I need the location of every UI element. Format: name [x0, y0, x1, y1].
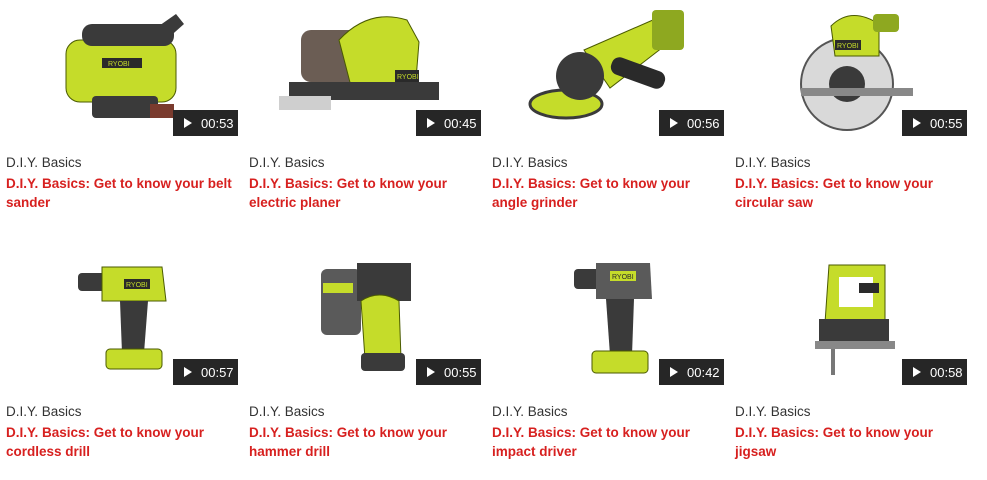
video-thumbnail[interactable]: RYOBI 00:45	[249, 0, 481, 136]
play-icon	[184, 367, 192, 377]
video-card[interactable]: RYOBI 00:57 D.I.Y. Basics D.I.Y. Basics:…	[6, 249, 238, 461]
video-card[interactable]: 00:55 D.I.Y. Basics D.I.Y. Basics: Get t…	[249, 249, 481, 461]
duration-badge: 00:55	[902, 110, 967, 136]
video-category: D.I.Y. Basics	[249, 155, 325, 170]
video-title-link[interactable]: D.I.Y. Basics: Get to know your circular…	[735, 174, 967, 212]
duration-text: 00:58	[930, 364, 963, 380]
video-thumbnail[interactable]: RYOBI 00:53	[6, 0, 238, 136]
video-title-link[interactable]: D.I.Y. Basics: Get to know your electric…	[249, 174, 481, 212]
play-icon	[184, 118, 192, 128]
video-thumbnail[interactable]: 00:56	[492, 0, 724, 136]
video-thumbnail[interactable]: RYOBI 00:55	[735, 0, 967, 136]
duration-text: 00:42	[687, 364, 720, 380]
duration-badge: 00:42	[659, 359, 724, 385]
video-card[interactable]: RYOBI 00:55 D.I.Y. Basics D.I.Y. Basics:…	[735, 0, 967, 212]
play-icon	[670, 118, 678, 128]
duration-badge: 00:58	[902, 359, 967, 385]
video-category: D.I.Y. Basics	[6, 404, 82, 419]
duration-badge: 00:56	[659, 110, 724, 136]
video-title-link[interactable]: D.I.Y. Basics: Get to know your belt san…	[6, 174, 238, 212]
video-thumbnail[interactable]: RYOBI 00:42	[492, 249, 724, 385]
duration-badge: 00:45	[416, 110, 481, 136]
video-category: D.I.Y. Basics	[492, 155, 568, 170]
brand-label: RYOBI	[126, 282, 148, 289]
brand-label: RYOBI	[108, 61, 130, 68]
duration-text: 00:53	[201, 115, 234, 131]
video-card[interactable]: RYOBI 00:45 D.I.Y. Basics D.I.Y. Basics:…	[249, 0, 481, 212]
video-thumbnail[interactable]: RYOBI 00:57	[6, 249, 238, 385]
video-title-link[interactable]: D.I.Y. Basics: Get to know your jigsaw	[735, 423, 967, 461]
play-icon	[427, 118, 435, 128]
video-title-link[interactable]: D.I.Y. Basics: Get to know your hammer d…	[249, 423, 481, 461]
duration-text: 00:55	[444, 364, 477, 380]
brand-label: RYOBI	[837, 43, 859, 50]
video-thumbnail[interactable]: 00:55	[249, 249, 481, 385]
play-icon	[670, 367, 678, 377]
duration-badge: 00:53	[173, 110, 238, 136]
video-category: D.I.Y. Basics	[492, 404, 568, 419]
video-card[interactable]: 00:58 D.I.Y. Basics D.I.Y. Basics: Get t…	[735, 249, 967, 461]
duration-text: 00:57	[201, 364, 234, 380]
brand-label: RYOBI	[612, 274, 634, 281]
duration-text: 00:55	[930, 115, 963, 131]
video-title-link[interactable]: D.I.Y. Basics: Get to know your angle gr…	[492, 174, 724, 212]
video-card[interactable]: RYOBI 00:42 D.I.Y. Basics D.I.Y. Basics:…	[492, 249, 724, 461]
video-title-link[interactable]: D.I.Y. Basics: Get to know your impact d…	[492, 423, 724, 461]
video-card[interactable]: RYOBI 00:53 D.I.Y. Basics D.I.Y. Basics:…	[6, 0, 238, 212]
duration-badge: 00:55	[416, 359, 481, 385]
video-thumbnail[interactable]: 00:58	[735, 249, 967, 385]
play-icon	[913, 367, 921, 377]
play-icon	[913, 118, 921, 128]
duration-text: 00:45	[444, 115, 477, 131]
duration-badge: 00:57	[173, 359, 238, 385]
brand-label: RYOBI	[397, 74, 419, 81]
video-title-link[interactable]: D.I.Y. Basics: Get to know your cordless…	[6, 423, 238, 461]
video-category: D.I.Y. Basics	[735, 155, 811, 170]
play-icon	[427, 367, 435, 377]
video-card[interactable]: 00:56 D.I.Y. Basics D.I.Y. Basics: Get t…	[492, 0, 724, 212]
video-category: D.I.Y. Basics	[249, 404, 325, 419]
duration-text: 00:56	[687, 115, 720, 131]
video-category: D.I.Y. Basics	[735, 404, 811, 419]
video-category: D.I.Y. Basics	[6, 155, 82, 170]
